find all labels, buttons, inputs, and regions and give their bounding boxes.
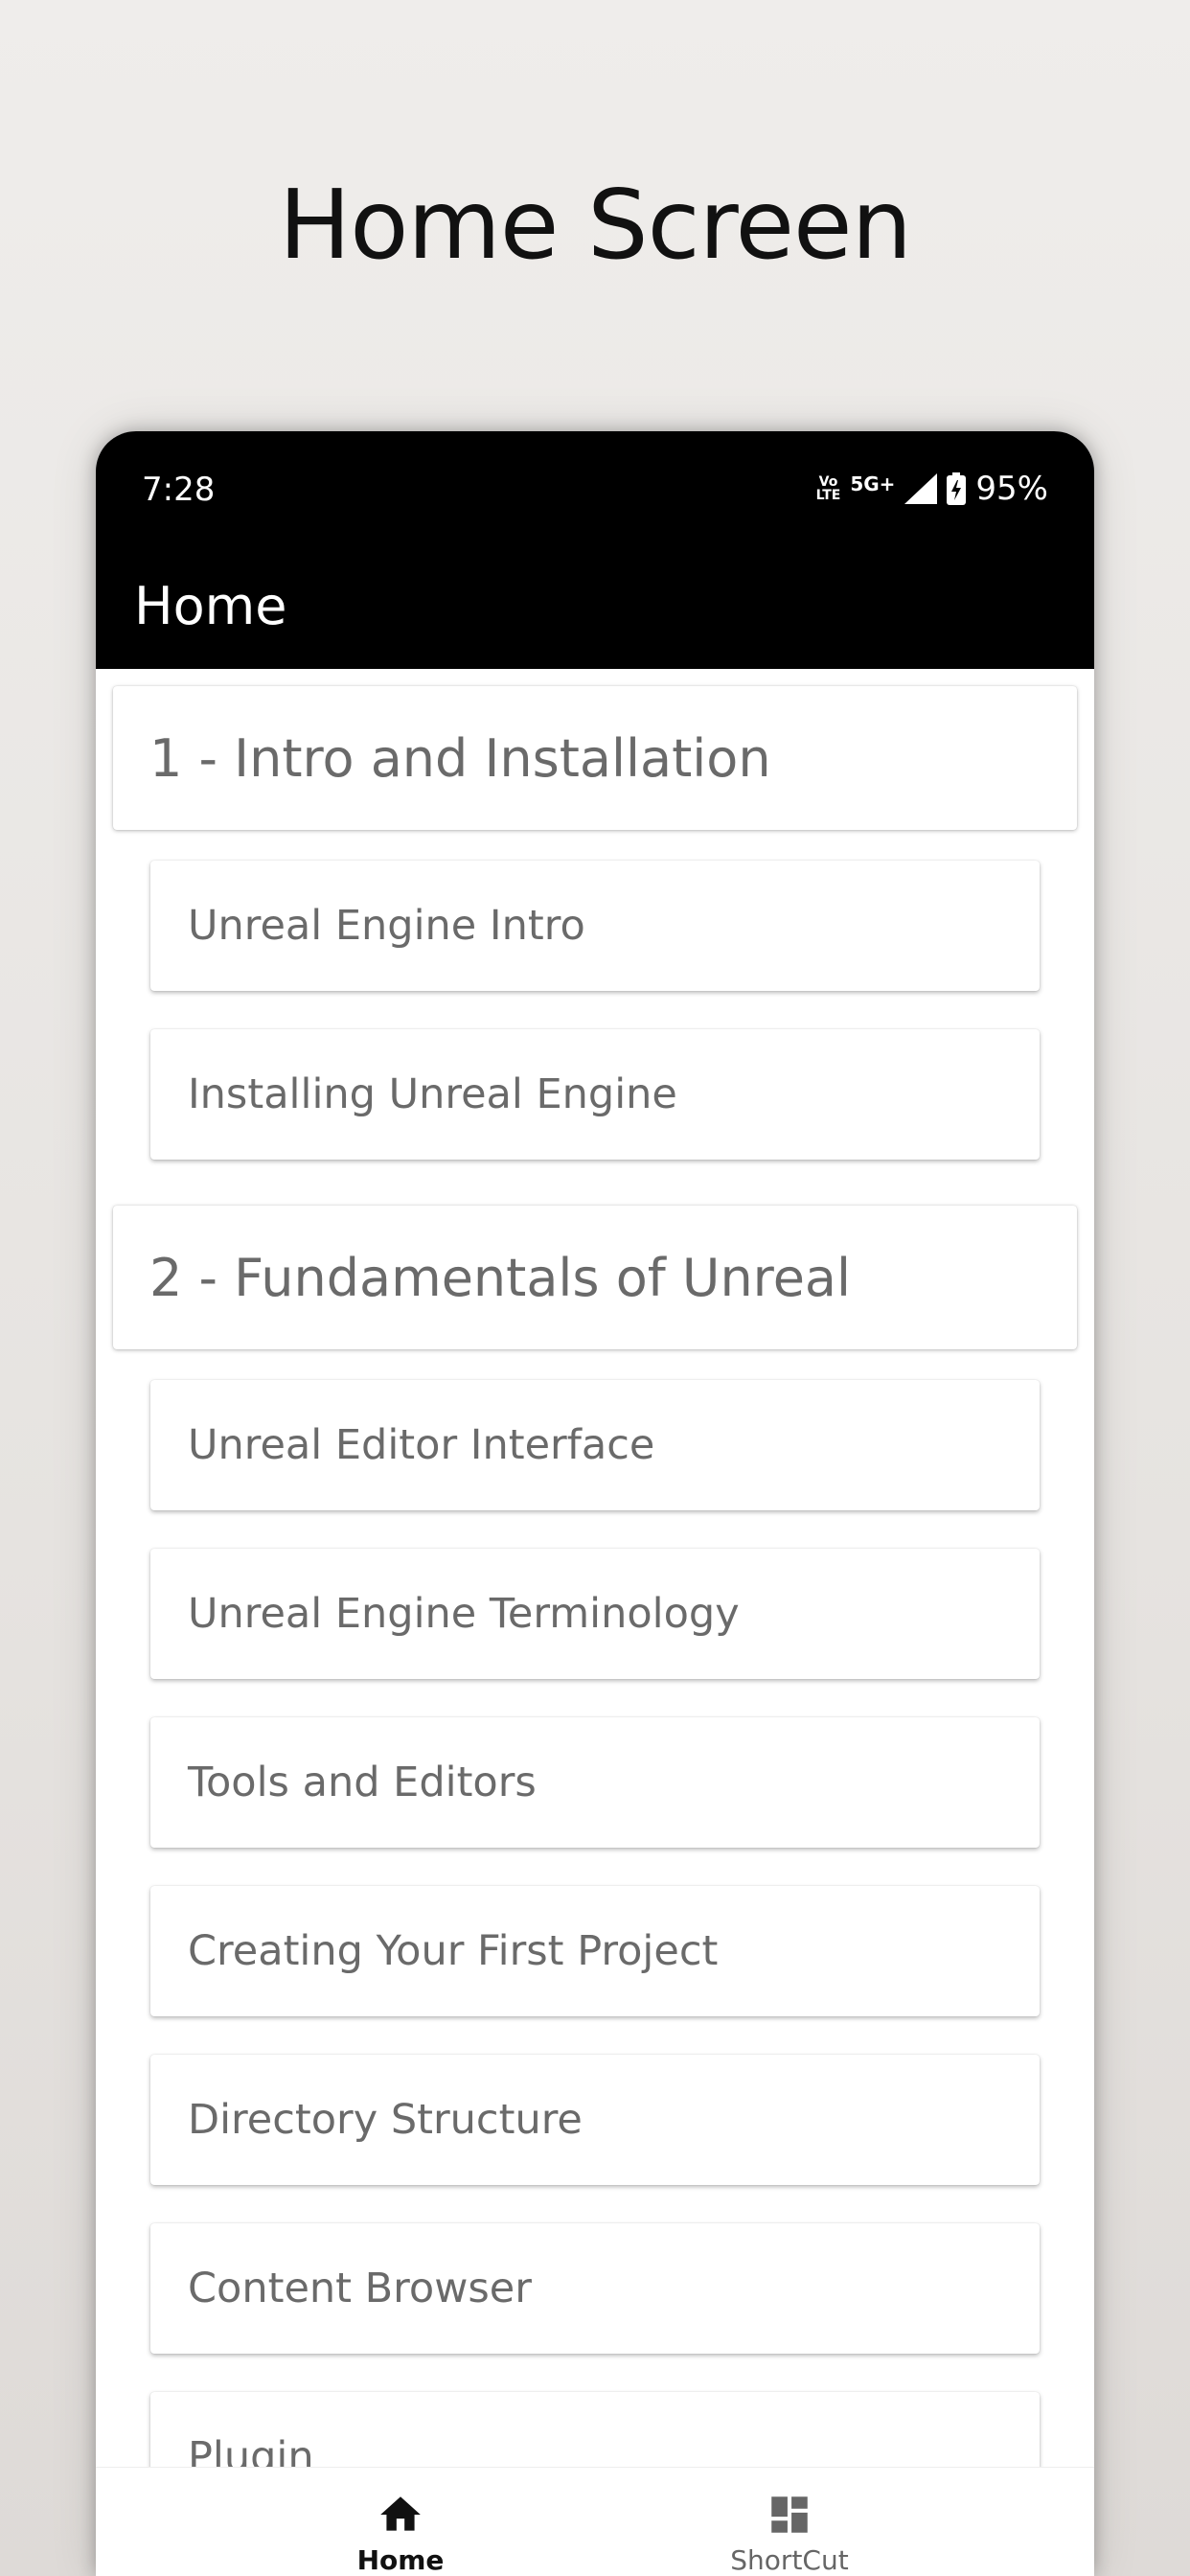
- list-item[interactable]: Plugin: [150, 2392, 1040, 2467]
- list-item[interactable]: Unreal Engine Intro: [150, 861, 1040, 991]
- status-icons: Vo LTE 5G+ 95%: [816, 466, 1048, 512]
- section-header[interactable]: 1 - Intro and Installation: [113, 686, 1077, 830]
- nav-home[interactable]: Home: [257, 2468, 544, 2576]
- signal-icon: [904, 473, 938, 504]
- network-type: 5G+: [850, 472, 896, 495]
- bottom-navigation: Home ShortCut: [96, 2467, 1094, 2576]
- app-bar: Home: [96, 546, 1094, 669]
- app-bar-title: Home: [134, 576, 287, 636]
- section-header[interactable]: 2 - Fundamentals of Unreal: [113, 1206, 1077, 1349]
- list-item[interactable]: Unreal Editor Interface: [150, 1380, 1040, 1510]
- list-item[interactable]: Content Browser: [150, 2223, 1040, 2354]
- page-heading: Home Screen: [279, 169, 912, 281]
- list-item[interactable]: Directory Structure: [150, 2055, 1040, 2185]
- nav-home-label: Home: [356, 2544, 445, 2576]
- list-item[interactable]: Unreal Engine Terminology: [150, 1549, 1040, 1679]
- phone-frame: 7:28 Vo LTE 5G+ 95% Home 1 - Intro and I…: [96, 431, 1094, 2576]
- nav-shortcut-label: ShortCut: [730, 2544, 849, 2576]
- list-item[interactable]: Creating Your First Project: [150, 1886, 1040, 2016]
- status-time: 7:28: [142, 471, 216, 509]
- nav-shortcut[interactable]: ShortCut: [646, 2468, 933, 2576]
- battery-percent: 95%: [975, 470, 1048, 508]
- list-item[interactable]: Tools and Editors: [150, 1717, 1040, 1848]
- dashboard-icon: [771, 2496, 808, 2533]
- volte-icon: Vo LTE: [815, 474, 841, 503]
- lesson-list[interactable]: 1 - Intro and Installation Unreal Engine…: [96, 669, 1094, 2467]
- list-item[interactable]: Installing Unreal Engine: [150, 1029, 1040, 1160]
- home-icon: [380, 2496, 421, 2531]
- battery-icon: [947, 472, 967, 505]
- status-bar: 7:28 Vo LTE 5G+ 95%: [96, 431, 1094, 546]
